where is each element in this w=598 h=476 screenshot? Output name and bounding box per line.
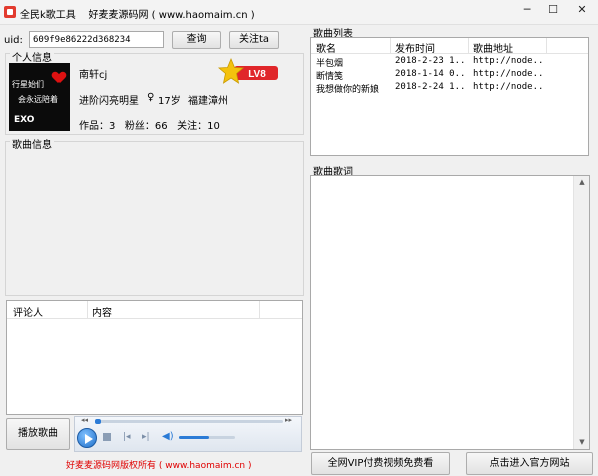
seek-forward-icon[interactable]: ▸▸ [285,416,292,424]
song-date: 2018-2-23 1... [395,56,467,66]
song-date: 2018-1-14 0... [395,69,467,79]
user-stats: 作品：3 粉丝：66 关注：10 [79,121,220,132]
seek-bar[interactable] [95,420,283,423]
minimize-button[interactable]: ─ [514,0,540,20]
comments-header: 评论人 内容 [7,301,302,319]
personal-info-title: 个人信息 [10,49,54,64]
table-row[interactable]: 断情笺 2018-1-14 0... http://node... [311,69,588,82]
scroll-up-icon[interactable]: ▲ [574,178,590,186]
song-list-header: 歌名 发布时间 歌曲地址 [311,38,588,55]
volume-icon[interactable]: ◀) [162,431,174,442]
app-icon [4,6,16,18]
play-song-button[interactable]: 播放歌曲 [6,418,70,450]
song-list-table[interactable]: 歌名 发布时间 歌曲地址 半包烟 2018-2-23 1... http://n… [310,37,589,156]
seek-thumb[interactable] [95,419,101,424]
next-icon[interactable]: ▸| [142,432,150,442]
song-url: http://node... [473,69,545,79]
column-header[interactable]: 歌曲地址 [473,40,513,55]
footer-copyright: 好麦麦源码网版权所有 ( www.haomaim.cn ) [66,461,252,471]
user-age: 17岁 [158,96,181,107]
column-header[interactable]: 内容 [92,304,112,319]
seek-back-icon[interactable]: ◂◂ [81,416,88,424]
maximize-button[interactable]: ☐ [540,0,566,20]
vip-video-button[interactable]: 全网VIP付费视频免费看 [311,452,450,475]
window-title: 全民k歌工具 好麦麦源码网 ( www.haomaim.cn ) [20,10,255,21]
query-button[interactable]: 查询 [172,31,221,49]
avatar-text-line: 行星始们 [12,80,44,89]
table-row[interactable]: 我想做你的新娘 2018-2-24 1... http://node... [311,82,588,95]
column-header[interactable]: 评论人 [13,304,43,319]
title-bar[interactable]: 全民k歌工具 好麦麦源码网 ( www.haomaim.cn ) ─ ☐ ✕ [0,0,598,25]
song-date: 2018-2-24 1... [395,82,467,92]
table-row[interactable]: 半包烟 2018-2-23 1... http://node... [311,56,588,69]
follow-button[interactable]: 关注ta [229,31,279,49]
user-name: 南轩cj [79,70,108,81]
column-header[interactable]: 发布时间 [395,40,435,55]
comments-table[interactable]: 评论人 内容 [6,300,303,415]
uid-label: uid: [4,35,23,46]
avatar-text-line: EXO [14,115,35,125]
lyrics-textbox[interactable]: ▲ ▼ [310,175,590,450]
stop-icon[interactable] [103,433,111,441]
column-header[interactable]: 歌名 [316,40,336,55]
song-title: 半包烟 [316,59,344,69]
play-icon[interactable] [77,428,97,448]
level-badge-label: LV8 [248,69,266,80]
gender-icon: ♀ [147,92,155,103]
close-button[interactable]: ✕ [566,0,598,20]
uid-input[interactable] [29,31,164,48]
avatar: 行星始们 会永远陪着 EXO [9,63,70,131]
song-title: 我想做你的新娘 [316,85,380,95]
media-player[interactable]: ◂◂ ▸▸ |◂ ▸| ◀) [74,416,302,452]
avatar-text-line: 会永远陪着 [18,95,58,104]
song-info-title: 歌曲信息 [10,136,54,151]
official-site-button[interactable]: 点击进入官方网站 [466,452,593,475]
scroll-down-icon[interactable]: ▼ [574,438,590,446]
previous-icon[interactable]: |◂ [123,432,131,442]
volume-fill [179,436,209,439]
song-info-group [5,141,304,296]
user-title: 进阶闪亮明星 [79,96,139,107]
song-url: http://node... [473,82,545,92]
lyrics-scrollbar[interactable]: ▲ ▼ [573,176,589,449]
song-title: 断情笺 [316,72,344,82]
user-location: 福建漳州 [188,96,228,107]
song-url: http://node... [473,56,545,66]
heart-icon [53,72,65,83]
level-badge: LV8 [217,57,278,84]
